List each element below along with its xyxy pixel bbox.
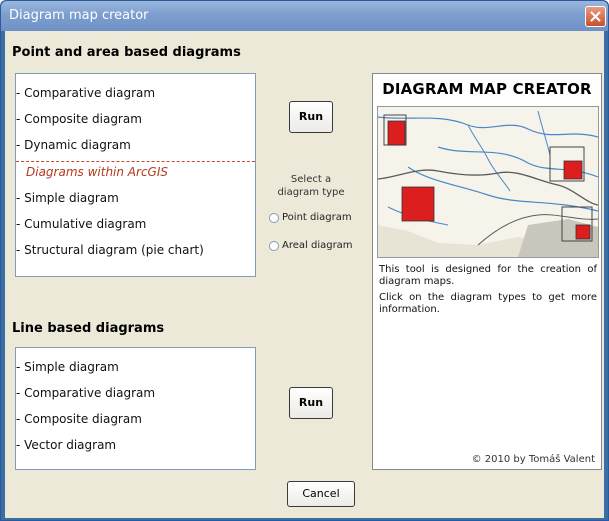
point-area-list: - Comparative diagram - Composite diagra… (15, 73, 256, 277)
radio-icon (269, 212, 279, 223)
info-panel: DIAGRAM MAP CREATOR This tool is designe… (372, 73, 602, 470)
close-icon (590, 11, 601, 22)
dialog-window: Diagram map creator Point and area based… (0, 0, 609, 521)
point-area-heading: Point and area based diagrams (12, 45, 241, 60)
run-line-based-button[interactable]: Run (289, 387, 333, 419)
title-bar[interactable]: Diagram map creator (1, 1, 608, 31)
line-based-heading: Line based diagrams (12, 321, 165, 336)
list-item[interactable]: - Composite diagram (16, 412, 142, 426)
list-item[interactable]: - Vector diagram (16, 438, 116, 452)
list-item[interactable]: - Comparative diagram (16, 386, 155, 400)
run-point-area-button[interactable]: Run (289, 101, 333, 133)
radio-icon (269, 240, 279, 251)
list-item[interactable]: - Dynamic diagram (16, 138, 131, 152)
map-illustration (378, 107, 598, 257)
list-item[interactable]: - Cumulative diagram (16, 217, 146, 231)
list-group-label: Diagrams within ArcGIS (26, 165, 168, 179)
list-item[interactable]: - Comparative diagram (16, 86, 155, 100)
window-title: Diagram map creator (9, 8, 149, 23)
list-item[interactable]: - Composite diagram (16, 112, 142, 126)
info-description: This tool is designed for the creation o… (379, 264, 597, 287)
list-divider (16, 161, 255, 162)
list-item[interactable]: - Simple diagram (16, 191, 119, 205)
dialog-body: Point and area based diagrams - Comparat… (5, 31, 604, 518)
info-title: DIAGRAM MAP CREATOR (382, 80, 592, 98)
list-item[interactable]: - Simple diagram (16, 360, 119, 374)
list-item[interactable]: - Structural diagram (pie chart) (16, 243, 204, 257)
line-based-list: - Simple diagram - Comparative diagram -… (15, 347, 256, 470)
cancel-button[interactable]: Cancel (287, 481, 355, 507)
copyright-text: © 2010 by Tomáš Valent (471, 454, 595, 465)
info-instruction: Click on the diagram types to get more i… (379, 292, 597, 315)
diagram-map-image (377, 106, 599, 258)
point-diagram-radio[interactable]: Point diagram (269, 212, 352, 223)
areal-diagram-radio[interactable]: Areal diagram (269, 240, 353, 251)
diagram-type-label: Select a diagram type (277, 174, 345, 198)
close-button[interactable] (585, 6, 606, 27)
